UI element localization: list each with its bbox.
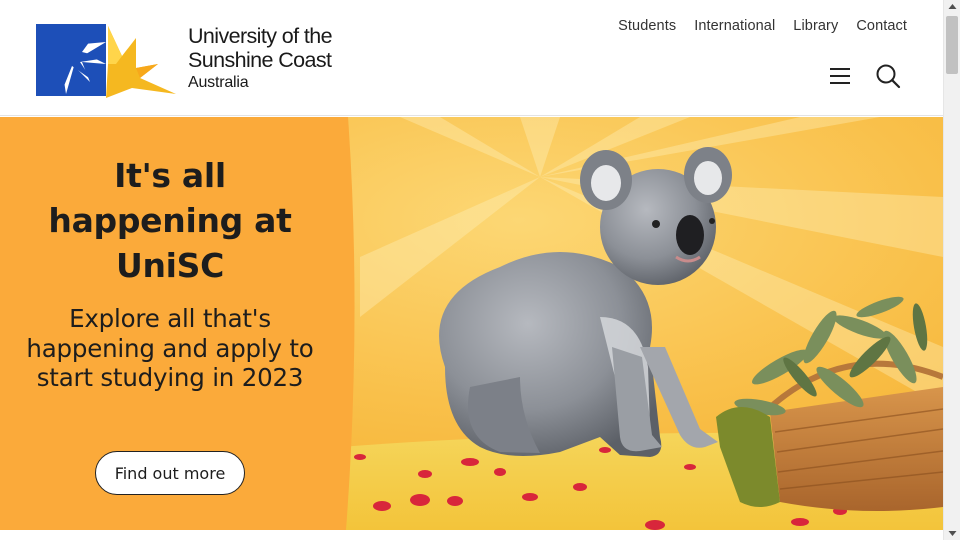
utility-nav: Students International Library Contact	[618, 18, 907, 34]
logo-wordmark: University of the Sunshine Coast Austral…	[188, 24, 333, 91]
hero-subtitle: Explore all that's happening and apply t…	[26, 304, 314, 392]
nav-link-library[interactable]: Library	[793, 18, 838, 34]
site-header: University of the Sunshine Coast Austral…	[0, 0, 943, 116]
unisc-logo-link[interactable]: University of the Sunshine Coast Austral…	[36, 24, 346, 98]
search-icon	[876, 64, 901, 89]
hamburger-menu-icon	[830, 68, 850, 84]
find-out-more-button[interactable]: Find out more	[95, 451, 245, 495]
hero-title: It's all happening at UniSC	[48, 156, 292, 285]
logo-line-3: Australia	[188, 74, 249, 91]
logo-line-1: University of the	[188, 24, 333, 48]
nav-link-international[interactable]: International	[694, 18, 775, 34]
vertical-scrollbar[interactable]	[943, 0, 960, 540]
menu-button[interactable]	[828, 64, 852, 88]
nav-link-contact[interactable]: Contact	[856, 18, 907, 34]
page-content-below-hero	[0, 530, 943, 540]
unisc-logo-mark	[36, 24, 176, 98]
hero-banner: It's all happening at UniSC Explore all …	[0, 117, 943, 530]
search-button[interactable]	[875, 63, 901, 89]
nav-link-students[interactable]: Students	[618, 18, 676, 34]
logo-line-2: Sunshine Coast	[188, 48, 332, 72]
scrollbar-thumb[interactable]	[946, 16, 958, 74]
scroll-down-arrow-icon[interactable]	[944, 526, 960, 540]
page: University of the Sunshine Coast Austral…	[0, 0, 943, 540]
scroll-up-arrow-icon[interactable]	[944, 0, 960, 14]
hero-text-panel: It's all happening at UniSC Explore all …	[0, 117, 355, 530]
